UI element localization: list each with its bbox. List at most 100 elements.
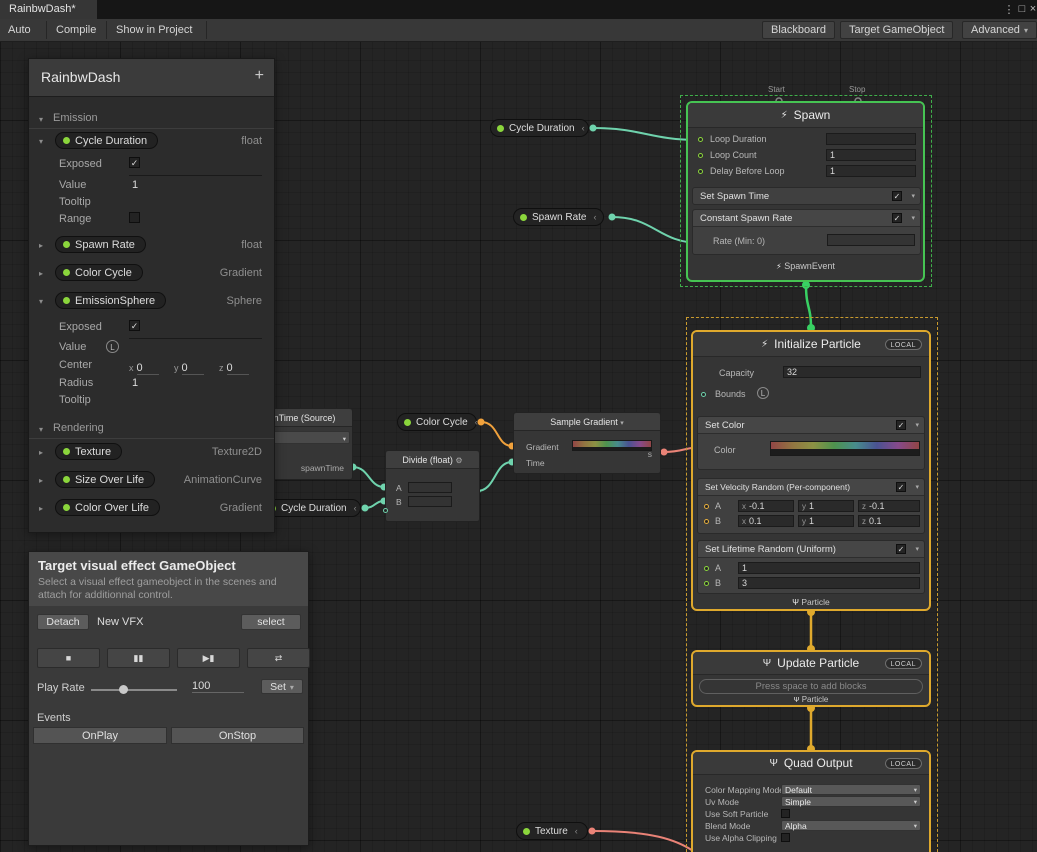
velocity-az-field[interactable]: z-0.1 <box>858 500 920 512</box>
value-field[interactable]: 1 <box>132 179 138 191</box>
param-node-cycle-duration[interactable]: Cycle Duration ‹ <box>490 119 589 137</box>
chevron-down-icon[interactable]: ▾ <box>915 545 919 553</box>
gear-icon[interactable]: ⚙ <box>455 456 462 465</box>
radius-field[interactable]: 1 <box>132 377 138 389</box>
chevron-down-icon[interactable]: ▾ <box>39 297 43 306</box>
color-mapping-dropdown[interactable]: Default▾ <box>781 784 921 795</box>
chevron-right-icon[interactable]: ▸ <box>39 241 43 250</box>
show-in-project-button[interactable]: Show in Project <box>108 19 200 41</box>
target-gameobject-toggle-button[interactable]: Target GameObject <box>840 21 953 39</box>
alpha-clipping-checkbox[interactable] <box>781 833 790 842</box>
compile-button[interactable]: Compile <box>48 19 104 41</box>
edge-color-cycle-to-sample-gradient[interactable] <box>481 422 512 446</box>
set-spawn-time-checkbox[interactable]: ✓ <box>892 191 902 201</box>
detach-button[interactable]: Detach <box>37 614 89 630</box>
set-lifetime-block[interactable]: Set Lifetime Random (Uniform) ✓ ▾ A 1 B … <box>697 540 925 594</box>
loop-count-field[interactable]: 1 <box>826 149 916 161</box>
loop-count-port[interactable] <box>698 153 703 158</box>
blackboard-header[interactable]: RainbwDash + <box>29 59 274 97</box>
chevron-down-icon[interactable]: ▾ <box>39 115 43 124</box>
stop-button[interactable]: ■ <box>37 648 100 668</box>
bb-param-spawn-rate[interactable]: Spawn Rate <box>55 236 146 253</box>
play-rate-value-field[interactable]: 100 <box>192 680 244 693</box>
initialize-context-node[interactable]: ⚡ Initialize Particle LOCAL Capacity 32 … <box>691 330 931 611</box>
bb-param-cycle-duration[interactable]: Cycle Duration <box>55 132 158 149</box>
lifetime-a-port[interactable] <box>704 566 709 571</box>
exposed-checkbox[interactable]: ✓ <box>129 157 140 168</box>
velocity-bx-field[interactable]: x0.1 <box>738 515 794 527</box>
constant-spawn-rate-checkbox[interactable]: ✓ <box>892 213 902 223</box>
param-node-spawn-rate[interactable]: Spawn Rate ‹ <box>513 208 604 226</box>
set-color-block[interactable]: Set Color ✓ ▾ Color <box>697 416 925 470</box>
collapse-icon[interactable]: ‹ <box>575 826 578 836</box>
lifetime-b-field[interactable]: 3 <box>738 577 920 589</box>
update-context-node[interactable]: Ψ Update Particle LOCAL Press space to a… <box>691 650 931 707</box>
step-button[interactable]: ▶▮ <box>177 648 240 668</box>
bb-param-texture[interactable]: Texture <box>55 443 122 460</box>
restart-button[interactable]: ⇄ <box>247 648 310 668</box>
auto-button[interactable]: Auto <box>0 19 39 41</box>
velocity-ax-field[interactable]: x-0.1 <box>738 500 794 512</box>
velocity-b-port[interactable] <box>704 519 709 524</box>
edge-spawntime-to-divide-a[interactable] <box>353 467 384 487</box>
loop-duration-field[interactable] <box>826 133 916 145</box>
section-rendering[interactable]: ▾ Rendering <box>29 419 274 439</box>
delay-field[interactable]: 1 <box>826 165 916 177</box>
select-button[interactable]: select <box>241 614 301 630</box>
range-checkbox[interactable] <box>129 212 140 223</box>
close-icon[interactable]: × <box>1027 3 1037 15</box>
soft-particle-checkbox[interactable] <box>781 809 790 818</box>
divide-node[interactable]: Divide (float) ⚙ A B <box>385 450 480 522</box>
set-velocity-block[interactable]: Set Velocity Random (Per-component) ✓ ▾ … <box>697 478 925 534</box>
play-rate-slider-knob[interactable] <box>119 685 128 694</box>
onstop-button[interactable]: OnStop <box>171 727 304 744</box>
exposed-checkbox[interactable]: ✓ <box>129 320 140 331</box>
bb-param-color-over-life[interactable]: Color Over Life <box>55 499 160 516</box>
bb-param-color-cycle[interactable]: Color Cycle <box>55 264 143 281</box>
loop-duration-port[interactable] <box>698 137 703 142</box>
constant-spawn-rate-block[interactable]: Constant Spawn Rate ✓ ▾ Rate (Min: 0) <box>692 209 921 255</box>
center-z-field[interactable]: z0 <box>219 358 249 376</box>
bb-param-emission-sphere[interactable]: EmissionSphere <box>55 292 166 309</box>
center-y-field[interactable]: y0 <box>174 358 204 376</box>
add-parameter-button[interactable]: + <box>255 67 264 85</box>
blend-mode-dropdown[interactable]: Alpha▾ <box>781 820 921 831</box>
collapse-icon[interactable]: ‹ <box>475 417 478 427</box>
chevron-right-icon[interactable]: ▸ <box>39 269 43 278</box>
lifetime-a-field[interactable]: 1 <box>738 562 920 574</box>
advanced-dropdown-button[interactable]: Advanced▾ <box>962 21 1037 39</box>
param-node-cycle-duration-2[interactable]: Cycle Duration ‹ <box>262 499 361 517</box>
set-button[interactable]: Set▾ <box>261 679 303 694</box>
delay-before-loop-port[interactable] <box>698 169 703 174</box>
set-lifetime-checkbox[interactable]: ✓ <box>896 544 906 554</box>
rate-field[interactable] <box>827 234 915 246</box>
edge-cycle-duration-to-divide-b[interactable] <box>365 501 384 508</box>
uv-mode-dropdown[interactable]: Simple▾ <box>781 796 921 807</box>
velocity-by-field[interactable]: y1 <box>798 515 854 527</box>
link-icon[interactable]: L <box>757 387 769 399</box>
chevron-right-icon[interactable]: ▸ <box>39 448 43 457</box>
target-panel-header[interactable]: Target visual effect GameObject Select a… <box>29 552 308 606</box>
chevron-down-icon[interactable]: ▾ <box>911 192 915 200</box>
velocity-ay-field[interactable]: y1 <box>798 500 854 512</box>
pause-button[interactable]: ▮▮ <box>107 648 170 668</box>
sample-gradient-node[interactable]: Sample Gradient ▾ Gradient Time s <box>513 412 661 474</box>
set-color-checkbox[interactable]: ✓ <box>896 420 906 430</box>
capacity-field[interactable]: 32 <box>783 366 921 378</box>
chevron-down-icon[interactable]: ▾ <box>915 421 919 429</box>
onplay-button[interactable]: OnPlay <box>33 727 167 744</box>
collapse-icon[interactable]: ‹ <box>593 212 596 222</box>
chevron-down-icon[interactable]: ▾ <box>911 214 915 222</box>
collapse-icon[interactable]: ‹ <box>582 123 585 133</box>
play-rate-slider-track[interactable] <box>91 689 177 691</box>
link-icon[interactable]: L <box>106 340 119 353</box>
velocity-bz-field[interactable]: z0.1 <box>858 515 920 527</box>
chevron-right-icon[interactable]: ▸ <box>39 504 43 513</box>
edge-divide-to-sample-time[interactable] <box>477 462 512 491</box>
set-spawn-time-block[interactable]: Set Spawn Time ✓ ▾ <box>692 187 921 205</box>
bb-param-size-over-life[interactable]: Size Over Life <box>55 471 155 488</box>
chevron-down-icon[interactable]: ▾ <box>39 425 43 434</box>
chevron-down-icon[interactable]: ▾ <box>915 483 919 491</box>
lifetime-b-port[interactable] <box>704 581 709 586</box>
velocity-a-port[interactable] <box>704 504 709 509</box>
